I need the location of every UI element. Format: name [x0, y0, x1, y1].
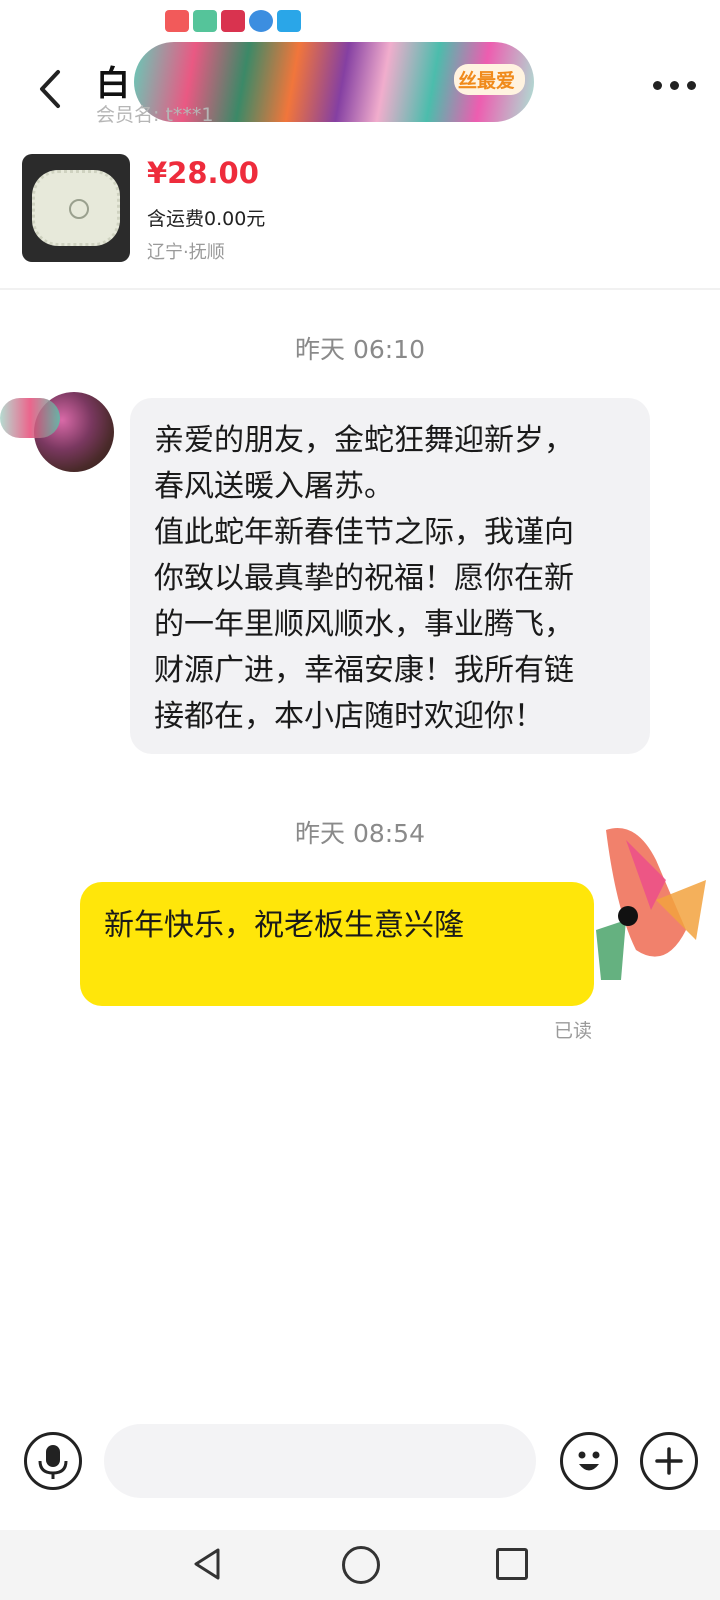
- product-shipping: 含运费0.00元: [147, 208, 266, 230]
- more-dots-icon: [652, 80, 662, 90]
- product-location: 辽宁·抚顺: [147, 242, 225, 263]
- plus-button[interactable]: [640, 1432, 698, 1490]
- microphone-icon: [38, 1445, 68, 1479]
- status-bar: [0, 0, 720, 44]
- app-icon: [249, 10, 273, 32]
- chat-header: 白 丝最爱 会员名: t***1: [0, 42, 720, 144]
- outgoing-message-bubble[interactable]: 新年快乐，祝老板生意兴隆: [80, 882, 594, 1006]
- back-button[interactable]: [30, 64, 74, 114]
- chevron-left-icon: [40, 70, 60, 108]
- message-line: 亲爱的朋友，金蛇狂舞迎新岁，: [154, 423, 574, 458]
- voice-button[interactable]: [24, 1432, 82, 1490]
- nav-back-button[interactable]: [188, 1544, 228, 1584]
- app-icon: [221, 10, 245, 32]
- message-line: 接都在，本小店随时欢迎你！: [154, 699, 544, 734]
- incoming-message-bubble[interactable]: 亲爱的朋友，金蛇狂舞迎新岁， 春风送暖入屠苏。 值此蛇年新春佳节之际，我谨向 你…: [130, 398, 650, 754]
- message-text: 新年快乐，祝老板生意兴隆: [104, 908, 464, 943]
- more-dots-icon: [686, 80, 696, 90]
- more-button[interactable]: [648, 70, 700, 100]
- fan-badge: 丝最爱: [454, 64, 526, 95]
- product-card[interactable]: ¥28.00 含运费0.00元 辽宁·抚顺: [0, 144, 720, 284]
- dish-image: [32, 170, 120, 246]
- message-input[interactable]: [104, 1424, 536, 1498]
- avatar-redaction: [0, 398, 60, 438]
- message-line: 值此蛇年新春佳节之际，我谨向: [154, 515, 574, 550]
- nav-home-button[interactable]: [342, 1546, 380, 1584]
- message-line: 财源广进，幸福安康！我所有链: [154, 653, 574, 688]
- product-price: ¥28.00: [147, 156, 259, 190]
- app-icon: [165, 10, 189, 32]
- message-line: 你致以最真挚的祝福！愿你在新: [154, 561, 574, 596]
- triangle-back-icon: [194, 1548, 220, 1580]
- app-icon: [193, 10, 217, 32]
- message-line: 的一年里顺风顺水，事业腾飞，: [154, 607, 574, 642]
- message-line: 春风送暖入屠苏。: [154, 469, 394, 504]
- user-avatar[interactable]: [596, 820, 716, 990]
- emoji-icon: [578, 1451, 600, 1471]
- nav-recent-button[interactable]: [496, 1548, 528, 1580]
- read-status: 已读: [554, 1020, 593, 1042]
- divider: [0, 288, 720, 290]
- app-icon: [277, 10, 301, 32]
- user-avatar-image: [596, 828, 706, 980]
- input-bar: [0, 1410, 720, 1530]
- member-name: 会员名: t***1: [96, 104, 214, 126]
- more-dots-icon: [669, 80, 679, 90]
- plus-icon: [655, 1447, 683, 1475]
- product-image[interactable]: [22, 154, 130, 262]
- system-nav-bar: [0, 1530, 720, 1600]
- message-timestamp: 昨天 06:10: [295, 335, 425, 364]
- status-app-icons: [165, 10, 301, 32]
- emoji-button[interactable]: [560, 1432, 618, 1490]
- shop-title-area[interactable]: 白 丝最爱 会员名: t***1: [96, 42, 536, 136]
